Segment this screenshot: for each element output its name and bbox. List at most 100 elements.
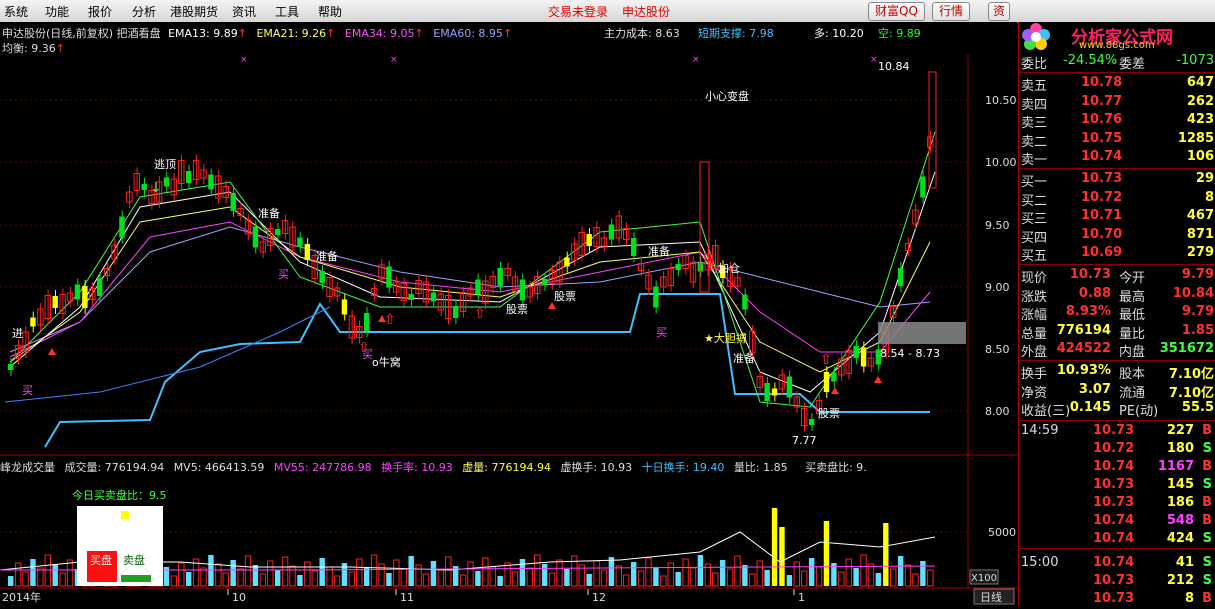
tick-row[interactable]: 14:59 10.73 227 B [1019,423,1215,441]
tick-row[interactable]: 10.73 8 B [1019,591,1215,609]
ask-row[interactable]: 卖四 10.77 262 [1019,93,1215,113]
tick-price: 10.74 [1093,513,1135,528]
tick-row[interactable]: 10.73 145 S [1019,477,1215,495]
stat2-row[interactable]: 净资 3.07 流通 7.10亿 [1019,382,1215,401]
stat-value: 10.93% [1056,363,1111,378]
tick-price: 10.73 [1093,591,1135,606]
ask-label: 卖三 [1021,116,1048,132]
stat-label: 收益(三) [1021,404,1071,420]
xaxis-year: 2014年 [2,590,41,604]
tick-row[interactable]: 10.72 180 S [1019,441,1215,459]
menu-item-help[interactable]: 帮助 [318,3,342,20]
tick-side: B [1202,423,1212,438]
kline-svg: 10.50 10.00 9.50 9.00 8.50 8.00 逃顶 ↓ 准备 … [0,54,1017,605]
stat-value-2: 7.10亿 [1168,385,1214,401]
liangbi-value: 量比: 1.85 [733,461,788,474]
today-ratio-label: 今日买卖盘比：9.5 [72,488,167,502]
menu-item-function[interactable]: 功能 [45,3,69,20]
menu-item-hk-futures[interactable]: 港股期货 [170,3,218,20]
tick-row[interactable]: 10.74 424 S [1019,531,1215,549]
stat-value-2: 1.85 [1181,322,1214,338]
ask-row[interactable]: 卖三 10.76 423 [1019,112,1215,132]
stat-label-2: 最低 [1119,308,1146,324]
tick-volume: 424 [1166,531,1194,546]
bid-label: 买四 [1021,230,1048,246]
stat-value-2: 9.79 [1181,304,1214,320]
ask-price: 10.77 [1081,93,1123,109]
tick-row[interactable]: 10.73 186 B [1019,495,1215,513]
svg-text:×: × [870,55,878,65]
tick-price: 10.73 [1093,477,1135,492]
bid-row[interactable]: 买一 10.73 29 [1019,171,1215,190]
stat2-row[interactable]: 换手 10.93% 股本 7.10亿 [1019,363,1215,382]
menu-item-news[interactable]: 资讯 [232,3,256,20]
tick-side: B [1202,459,1212,474]
xuliang-value: 虚量: 776194.94 [462,461,551,474]
stock-name-link[interactable]: 申达股份 [622,3,670,20]
ask-volume: 647 [1186,75,1214,90]
tick-price: 10.73 [1093,495,1135,510]
stat-row[interactable]: 涨跌 0.88 最高 10.84 [1019,285,1215,305]
stat-value: 424522 [1056,341,1111,357]
tick-price: 10.72 [1093,441,1135,456]
ask-volume: 423 [1186,112,1214,128]
stat-label: 净资 [1021,385,1048,401]
range-box [878,322,966,344]
stat-row[interactable]: 总量 776194 量比 1.85 [1019,322,1215,342]
bid-price: 10.71 [1081,208,1123,224]
stat-label: 总量 [1021,326,1048,342]
wealth-qq-button[interactable]: 财富QQ [868,2,925,21]
vol-tick-5000: 5000 [988,526,1016,539]
ask-row[interactable]: 卖一 10.74 106 [1019,149,1215,168]
range-label: 8.54 - 8.73 [880,347,940,360]
ask-row[interactable]: 卖二 10.75 1285 [1019,131,1215,150]
tick-volume: 1167 [1157,459,1194,474]
stat-row[interactable]: 现价 10.73 今开 9.79 [1019,267,1215,286]
tick-volume: 227 [1166,423,1194,438]
tick-row[interactable]: 10.73 212 S [1019,573,1215,591]
tick-volume: 41 [1175,555,1194,570]
tick-price: 10.74 [1093,555,1135,570]
bid-row[interactable]: 买五 10.69 279 [1019,245,1215,264]
tick-row[interactable]: 10.74 1167 B [1019,459,1215,477]
bid-label: 买三 [1021,212,1048,228]
sell-bar [121,575,151,582]
svg-text:⇧: ⇧ [820,352,832,368]
jin-label: 进 [12,327,23,340]
trade-login-status[interactable]: 交易未登录 [548,3,608,20]
bid-row[interactable]: 买三 10.71 467 [1019,208,1215,228]
tick-side: S [1202,573,1212,588]
menu-item-analysis[interactable]: 分析 [132,3,156,20]
ema5-line [9,131,936,408]
bid-volume: 467 [1186,208,1214,224]
menu-item-system[interactable]: 系统 [4,3,28,20]
turnover-value: 换手率: 10.93 [381,461,453,474]
taoding-label: 逃顶 [154,158,176,171]
kline-chart-panel[interactable]: 申达股份(日线,前复权) 把酒看盘 EMA13: 9.89↑ EMA21: 9.… [0,22,1017,606]
bid-row[interactable]: 买二 10.72 8 [1019,190,1215,209]
menu-item-tools[interactable]: 工具 [275,3,299,20]
tick-side: B [1202,591,1212,606]
tick-row[interactable]: 10.74 548 B [1019,513,1215,531]
weibi-row: 委比 -24.54% 委差 -1073 [1019,53,1215,72]
quote-button[interactable]: 行情 [932,2,971,21]
bid-volume: 871 [1186,226,1214,242]
stat-row[interactable]: 外盘 424522 内盘 351672 [1019,341,1215,360]
info-button[interactable]: 资 [988,2,1011,21]
ask-volume: 106 [1186,149,1214,165]
stat-label-2: 量比 [1119,326,1146,342]
menu-item-quote[interactable]: 报价 [88,3,112,20]
ask-label: 卖四 [1021,97,1048,113]
ask-row[interactable]: 卖五 10.78 647 [1019,75,1215,94]
stat-value: 0.145 [1069,400,1111,416]
bid-row[interactable]: 买四 10.70 871 [1019,226,1215,246]
stat-value: 0.88 [1078,285,1111,301]
tick-row[interactable]: 15:00 10.74 41 S [1019,555,1215,573]
ema34-line [9,221,931,358]
svg-text:⇧: ⇧ [384,312,396,328]
stat2-row[interactable]: 收益(三) 0.145 PE(动) 55.5 [1019,400,1215,420]
tick-side: S [1202,477,1212,492]
logo-url: www.88gs.com [1079,40,1155,51]
xiaoxin-label: 小心变盘 [705,89,749,103]
stat-row[interactable]: 涨幅 8.93% 最低 9.79 [1019,304,1215,324]
